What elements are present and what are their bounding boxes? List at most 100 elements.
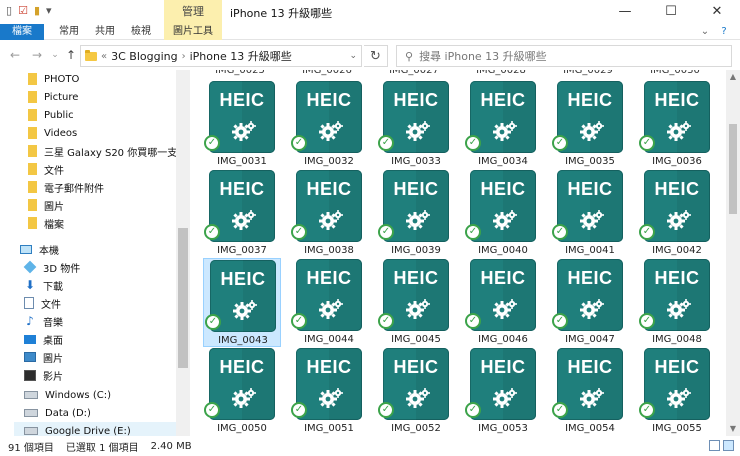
gear-icon <box>666 385 692 411</box>
file-item[interactable]: HEIC ✓ IMG_0042 <box>638 169 716 258</box>
heic-icon-text: HEIC <box>393 268 439 288</box>
file-item[interactable]: HEIC ✓ IMG_0046 <box>464 258 542 347</box>
breadcrumb-item[interactable]: iPhone 13 升級哪些 <box>190 48 292 64</box>
file-label-partial[interactable]: IMG_0025 <box>201 70 279 76</box>
tab-share[interactable]: 共用 <box>88 24 122 40</box>
heic-icon-text: HEIC <box>654 179 700 199</box>
heic-icon-text: HEIC <box>306 357 352 377</box>
sidebar-item[interactable]: PHOTO <box>28 70 79 88</box>
file-item[interactable]: HEIC ✓ IMG_0054 <box>551 347 629 436</box>
heic-icon-text: HEIC <box>567 268 613 288</box>
sidebar-item[interactable]: ♪ 音樂 <box>24 312 63 330</box>
sidebar-item[interactable]: Picture <box>28 88 78 106</box>
folder-icon <box>28 181 37 193</box>
file-item[interactable]: HEIC ✓ IMG_0047 <box>551 258 629 347</box>
heic-icon-text: HEIC <box>393 90 439 110</box>
sidebar-item[interactable]: 文件 <box>28 160 64 178</box>
help-icon[interactable]: ? <box>716 24 732 40</box>
file-item[interactable]: HEIC ✓ IMG_0035 <box>551 80 629 169</box>
sidebar-item[interactable]: 文件 <box>24 294 61 312</box>
new-folder-icon[interactable]: ▮ <box>34 4 40 17</box>
refresh-button[interactable]: ↻ <box>364 45 388 67</box>
file-item[interactable]: HEIC ✓ IMG_0033 <box>377 80 455 169</box>
chevron-down-icon[interactable]: ⌄ <box>349 51 357 61</box>
sidebar-item[interactable]: Windows (C:) <box>24 386 111 404</box>
folder-small-icon[interactable]: ▯ <box>6 4 12 17</box>
file-item[interactable]: HEIC ✓ IMG_0048 <box>638 258 716 347</box>
forward-button[interactable]: → <box>30 47 44 63</box>
manage-context-tab[interactable]: 管理 <box>164 0 222 24</box>
sidebar-item[interactable]: 三星 Galaxy S20 你買哪一支 <box>28 142 177 160</box>
scroll-up-icon[interactable]: ▲ <box>726 70 740 84</box>
tab-home[interactable]: 常用 <box>52 24 86 40</box>
file-item[interactable]: HEIC ✓ IMG_0038 <box>290 169 368 258</box>
heic-icon-text: HEIC <box>393 357 439 377</box>
file-name: IMG_0032 <box>304 156 354 167</box>
tab-file[interactable]: 檔案 <box>0 24 44 40</box>
file-label-partial[interactable]: IMG_0026 <box>288 70 366 76</box>
file-item-selected[interactable]: HEIC ✓ IMG_0043 <box>203 258 281 347</box>
file-label-partial[interactable]: IMG_0030 <box>636 70 714 76</box>
file-item[interactable]: HEIC ✓ IMG_0044 <box>290 258 368 347</box>
file-label-partial[interactable]: IMG_0028 <box>462 70 540 76</box>
scroll-down-icon[interactable]: ▼ <box>726 422 740 436</box>
sidebar-item[interactable]: 3D 物件 <box>23 258 80 276</box>
recent-locations-button[interactable]: ⌄ <box>48 47 62 63</box>
file-item[interactable]: HEIC ✓ IMG_0052 <box>377 347 455 436</box>
sidebar-item[interactable]: Public <box>28 106 74 124</box>
close-button[interactable]: ✕ <box>694 0 740 24</box>
sidebar-item[interactable]: 電子郵件附件 <box>28 178 104 196</box>
gear-icon <box>492 118 518 144</box>
sidebar-item[interactable]: 檔案 <box>28 214 64 232</box>
up-button[interactable]: ↑ <box>64 47 78 63</box>
gear-icon <box>666 118 692 144</box>
navigation-pane-scroll-thumb[interactable] <box>178 228 188 368</box>
file-item[interactable]: HEIC ✓ IMG_0032 <box>290 80 368 169</box>
breadcrumb-item[interactable]: 3C Blogging <box>111 50 177 63</box>
file-name: IMG_0031 <box>217 156 267 167</box>
sidebar-item-this-pc[interactable]: 本機 <box>20 240 59 258</box>
properties-icon[interactable]: ☑ <box>18 4 28 17</box>
ribbon-collapse-icon[interactable]: ⌄ <box>698 24 712 40</box>
file-item[interactable]: HEIC ✓ IMG_0050 <box>203 347 281 436</box>
details-view-icon[interactable] <box>709 440 720 451</box>
address-bar[interactable]: « 3C Blogging › iPhone 13 升級哪些 ⌄ <box>80 45 362 67</box>
sidebar-item[interactable]: Videos <box>28 124 77 142</box>
qat-dropdown-icon[interactable]: ▾ <box>46 4 52 17</box>
file-item[interactable]: HEIC ✓ IMG_0053 <box>464 347 542 436</box>
large-icons-view-icon[interactable] <box>723 440 734 451</box>
sidebar-item[interactable]: 圖片 <box>28 196 64 214</box>
sidebar-item[interactable]: 圖片 <box>24 348 63 366</box>
file-label-partial[interactable]: IMG_0027 <box>375 70 453 76</box>
chevron-right-icon[interactable]: › <box>182 51 186 62</box>
file-item[interactable]: HEIC ✓ IMG_0051 <box>290 347 368 436</box>
sidebar-item[interactable]: ⬇ 下載 <box>24 276 63 294</box>
file-item[interactable]: HEIC ✓ IMG_0034 <box>464 80 542 169</box>
content-scrollbar[interactable]: ▲ ▼ <box>726 70 740 436</box>
file-item[interactable]: HEIC ✓ IMG_0041 <box>551 169 629 258</box>
minimize-button[interactable]: — <box>602 0 648 24</box>
folder-icon <box>28 109 37 121</box>
back-button[interactable]: ← <box>8 47 22 63</box>
search-input[interactable]: ⚲ 搜尋 iPhone 13 升級哪些 <box>396 45 732 67</box>
sidebar-item[interactable]: Data (D:) <box>24 404 91 422</box>
tab-view[interactable]: 檢視 <box>124 24 158 40</box>
file-item[interactable]: HEIC ✓ IMG_0055 <box>638 347 716 436</box>
file-item[interactable]: HEIC ✓ IMG_0031 <box>203 80 281 169</box>
breadcrumb-overflow[interactable]: « <box>101 51 107 62</box>
sidebar-item[interactable]: 桌面 <box>24 330 63 348</box>
tab-picture-tools[interactable]: 圖片工具 <box>164 24 222 40</box>
file-item[interactable]: HEIC ✓ IMG_0040 <box>464 169 542 258</box>
file-item[interactable]: HEIC ✓ IMG_0045 <box>377 258 455 347</box>
content-scroll-thumb[interactable] <box>729 124 737 214</box>
drive-icon <box>24 391 38 399</box>
sidebar-item-selected[interactable]: Google Drive (E:) <box>14 422 176 436</box>
status-bar: 91 個項目 已選取 1 個項目 2.40 MB <box>0 436 740 456</box>
maximize-button[interactable]: ☐ <box>648 0 694 24</box>
sync-check-icon: ✓ <box>465 402 481 418</box>
file-label-partial[interactable]: IMG_0029 <box>549 70 627 76</box>
file-item[interactable]: HEIC ✓ IMG_0036 <box>638 80 716 169</box>
sidebar-item[interactable]: 影片 <box>24 366 63 384</box>
file-item[interactable]: HEIC ✓ IMG_0037 <box>203 169 281 258</box>
file-item[interactable]: HEIC ✓ IMG_0039 <box>377 169 455 258</box>
